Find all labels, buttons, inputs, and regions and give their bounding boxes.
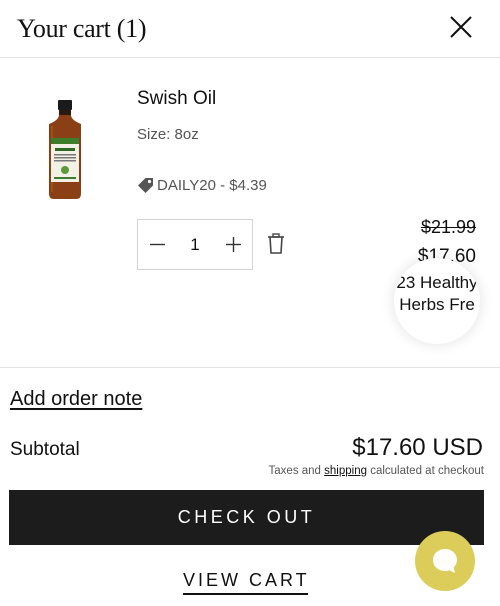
taxes-note: Taxes and shipping calculated at checkou… [269,465,484,477]
discount-code: DAILY20 - $4.39 [157,177,267,194]
promo-badge-text: 23 Healthy Herbs Fre [396,273,478,314]
quantity-input[interactable]: 1 [176,220,214,269]
tag-icon [138,178,153,193]
plus-icon [226,237,241,252]
close-button[interactable] [446,12,476,42]
view-cart-link[interactable]: VIEW CART [183,570,310,591]
close-icon [450,16,472,38]
subtotal-label: Subtotal [10,439,80,460]
chat-icon [433,549,457,573]
checkout-button[interactable]: CHECK OUT [9,490,484,545]
shipping-link[interactable]: shipping [324,465,367,477]
taxes-suffix: calculated at checkout [367,465,484,477]
discount-line: DAILY20 - $4.39 [137,177,267,194]
cart-title: Your cart (1) [17,14,147,43]
chat-button[interactable] [415,531,475,591]
bottle-image [49,100,81,199]
subtotal-value: $17.60 USD [352,434,483,461]
cart-header: Your cart (1) [0,0,500,58]
product-size: Size: 8oz [137,126,199,143]
quantity-decrease-button[interactable] [138,220,176,269]
view-cart-underline [183,593,308,595]
divider [0,367,500,368]
minus-icon [150,243,165,246]
product-name[interactable]: Swish Oil [137,88,216,110]
promo-badge[interactable]: 23 Healthy Herbs Fre [394,258,480,344]
quantity-increase-button[interactable] [214,220,252,269]
quantity-stepper: 1 [137,219,253,270]
taxes-prefix: Taxes and [268,465,325,477]
trash-icon [268,233,284,254]
original-price: $21.99 [420,217,476,237]
remove-item-button[interactable] [266,233,286,255]
product-image[interactable] [40,100,90,200]
add-order-note-link[interactable]: Add order note [10,388,142,411]
